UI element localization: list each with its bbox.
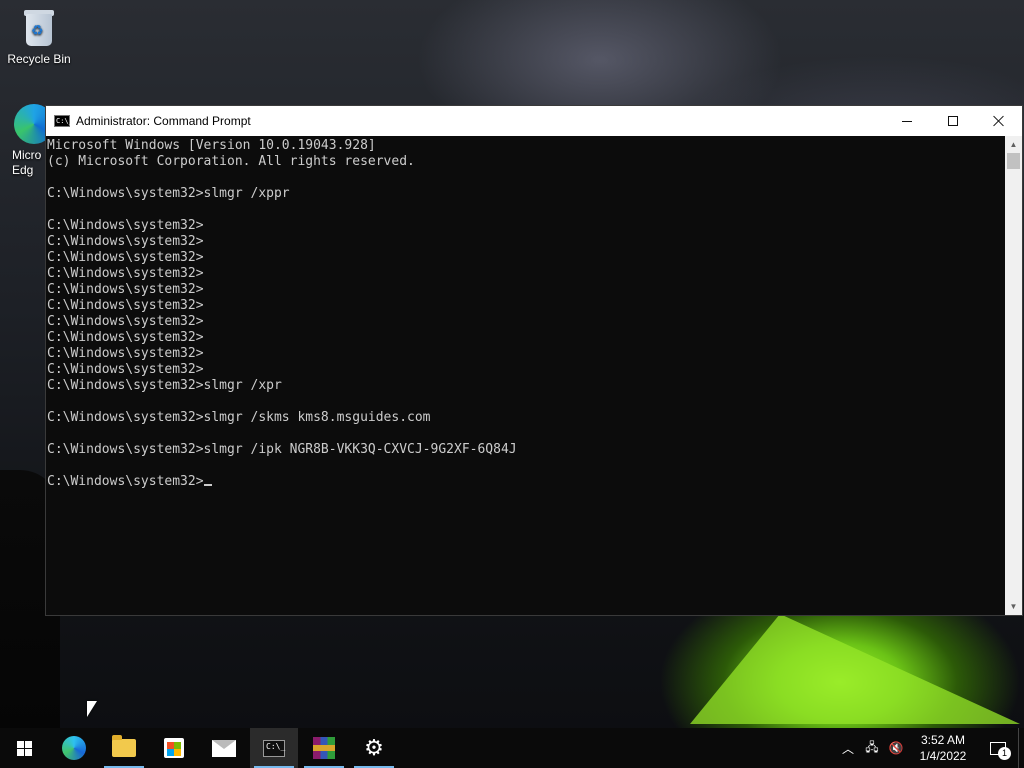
console-line: C:\Windows\system32>: [47, 298, 204, 313]
cmd-icon: C:\_: [263, 739, 285, 757]
volume-muted-icon[interactable]: 🔇: [884, 728, 908, 768]
desktop-icon-recycle-bin[interactable]: ♻ Recycle Bin: [1, 8, 77, 66]
mail-icon: [212, 739, 236, 757]
taskbar-settings[interactable]: ⚙: [350, 728, 398, 768]
console-line: C:\Windows\system32>: [47, 234, 204, 249]
winrar-icon: [313, 737, 335, 759]
console-line: C:\Windows\system32>: [47, 250, 204, 265]
clock[interactable]: 3:52 AM 1/4/2022: [908, 732, 978, 764]
console-line: C:\Windows\system32>slmgr /ipk NGR8B-VKK…: [47, 442, 517, 457]
window-title: Administrator: Command Prompt: [76, 114, 251, 128]
maximize-button[interactable]: [930, 106, 976, 136]
scroll-up-arrow-icon[interactable]: ▲: [1005, 136, 1022, 153]
taskbar-file-explorer[interactable]: [100, 728, 148, 768]
gear-icon: ⚙: [364, 735, 384, 760]
console-line: C:\Windows\system32>: [47, 282, 204, 297]
scrollbar-thumb[interactable]: [1007, 153, 1020, 169]
cmd-icon[interactable]: C:\_: [54, 115, 73, 127]
console-line: C:\Windows\system32>: [47, 266, 204, 281]
minimize-icon: [902, 120, 912, 122]
recycle-bin-icon: ♻: [22, 8, 56, 48]
console-line: C:\Windows\system32>: [47, 362, 204, 377]
edge-icon: [62, 736, 86, 760]
console-line: C:\Windows\system32>: [47, 218, 204, 233]
store-icon: [164, 738, 184, 758]
taskbar-mail[interactable]: [200, 728, 248, 768]
console-line: C:\Windows\system32>: [47, 330, 204, 345]
clock-time: 3:52 AM: [920, 733, 966, 747]
folder-icon: [112, 735, 136, 757]
minimize-button[interactable]: [884, 106, 930, 136]
console-line: (c) Microsoft Corporation. All rights re…: [47, 154, 415, 169]
maximize-icon: [948, 116, 958, 126]
close-icon: [993, 115, 1005, 127]
show-hidden-icons-chevron-icon[interactable]: ︿: [836, 728, 860, 768]
network-icon[interactable]: 🖧: [860, 728, 884, 768]
mouse-pointer-icon: [87, 701, 97, 717]
taskbar: C:\_ ⚙ ︿ 🖧 🔇 3:52 AM 1/4/2022 1: [0, 728, 1024, 768]
start-button[interactable]: [0, 728, 48, 768]
taskbar-edge[interactable]: [50, 728, 98, 768]
taskbar-store[interactable]: [150, 728, 198, 768]
clock-date: 1/4/2022: [919, 749, 967, 763]
command-prompt-window: C:\_ Administrator: Command Prompt Micro…: [45, 105, 1023, 616]
console-line: C:\Windows\system32>: [47, 474, 1006, 490]
windows-start-icon: [16, 740, 32, 756]
console-line: C:\Windows\system32>slmgr /xppr: [47, 186, 290, 201]
text-cursor: [203, 484, 212, 486]
scroll-down-arrow-icon[interactable]: ▼: [1005, 598, 1022, 615]
action-center-button[interactable]: 1: [978, 728, 1018, 768]
console-line: C:\Windows\system32>slmgr /skms kms8.msg…: [47, 410, 431, 425]
system-tray: ︿ 🖧 🔇 3:52 AM 1/4/2022 1: [836, 728, 1024, 768]
desktop-icon-label: Recycle Bin: [7, 52, 71, 66]
console-line: C:\Windows\system32>: [47, 314, 204, 329]
taskbar-winrar[interactable]: [300, 728, 348, 768]
console-line: C:\Windows\system32>: [47, 346, 204, 361]
window-titlebar[interactable]: C:\_ Administrator: Command Prompt: [46, 106, 1022, 136]
vertical-scrollbar[interactable]: ▲ ▼: [1005, 136, 1022, 615]
show-desktop-button[interactable]: [1018, 728, 1024, 768]
notification-count-badge: 1: [998, 747, 1011, 760]
console-line: C:\Windows\system32>slmgr /xpr: [47, 378, 282, 393]
taskbar-command-prompt[interactable]: C:\_: [250, 728, 298, 768]
close-button[interactable]: [976, 106, 1022, 136]
console-line: Microsoft Windows [Version 10.0.19043.92…: [47, 138, 376, 153]
console-output[interactable]: Microsoft Windows [Version 10.0.19043.92…: [46, 136, 1006, 615]
wallpaper-tent: [690, 614, 1020, 724]
